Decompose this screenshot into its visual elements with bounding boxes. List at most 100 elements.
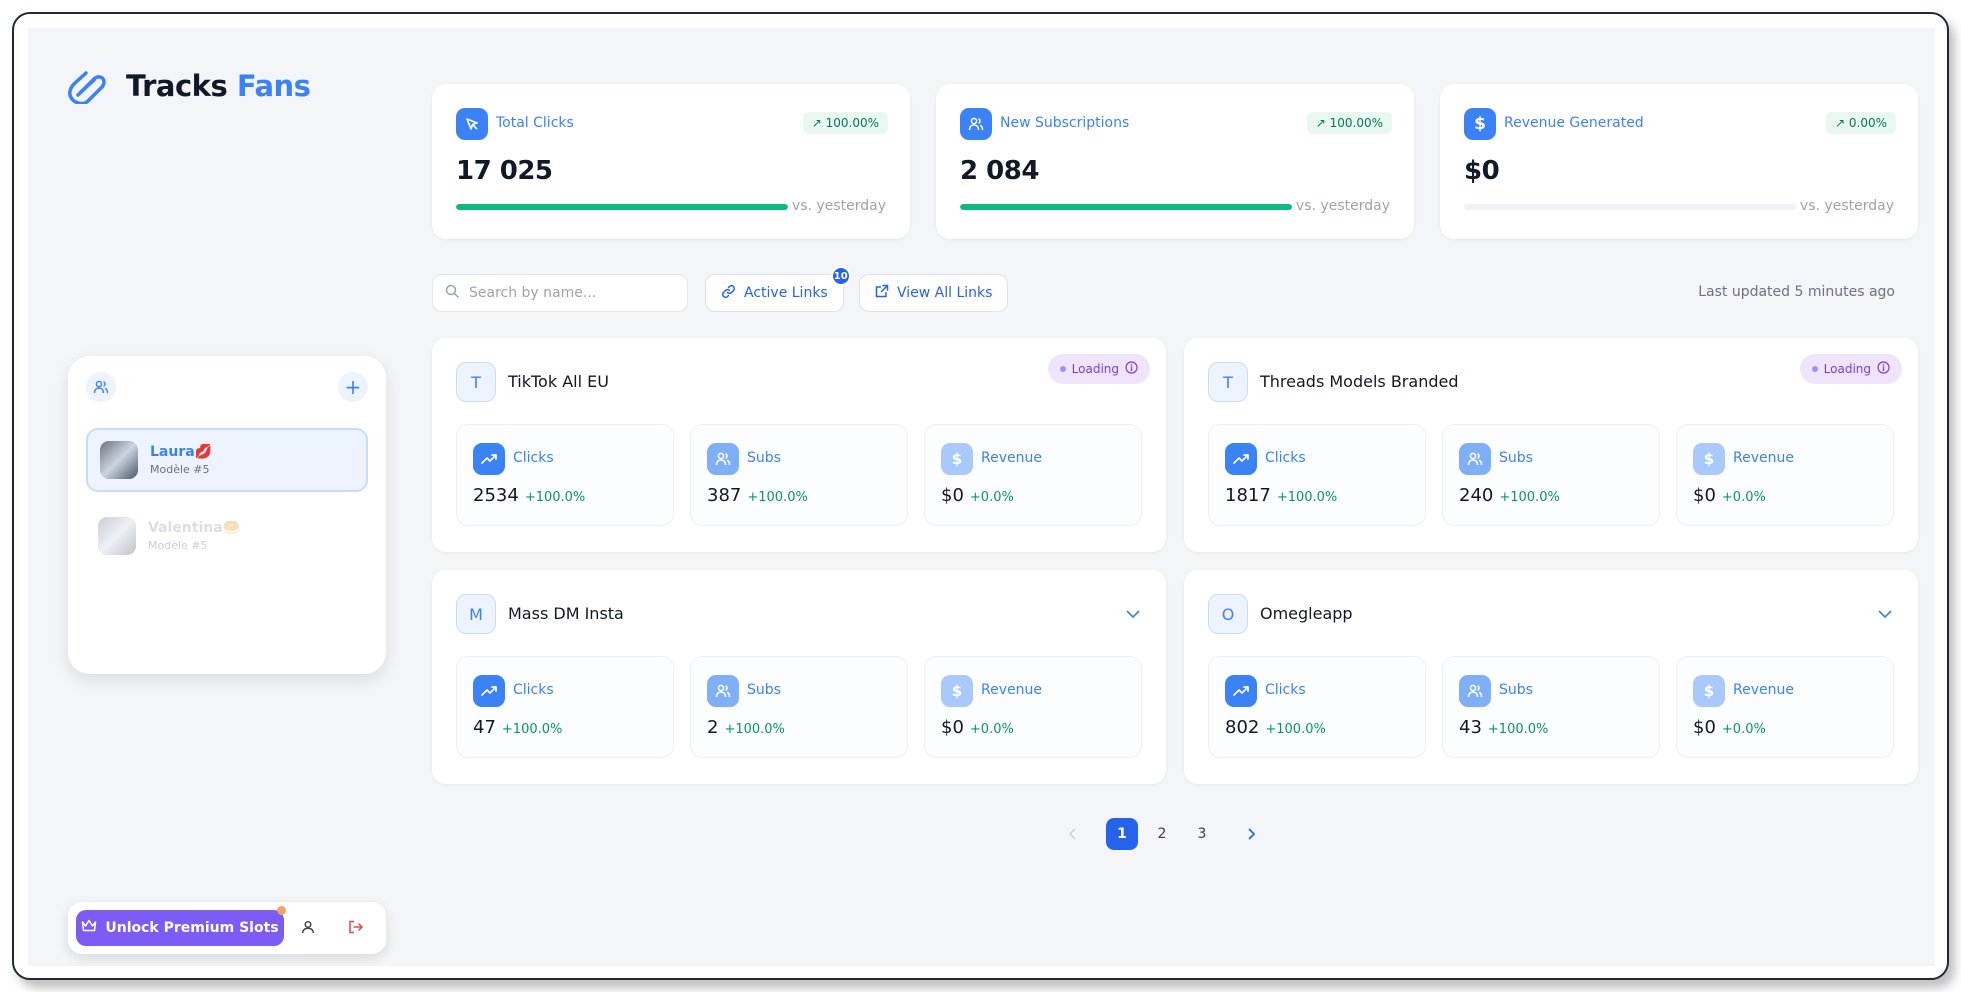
brand-logo[interactable]: Tracks Fans xyxy=(64,68,311,104)
metric-value: 47 xyxy=(473,717,496,738)
metric-value: $0 xyxy=(941,485,964,506)
metric-value-row: 387 +100.0% xyxy=(707,485,808,506)
metric-label: Clicks xyxy=(1265,682,1306,698)
trending-up-icon xyxy=(1225,443,1257,475)
trending-up-icon xyxy=(473,443,505,475)
metric-value: 802 xyxy=(1225,717,1260,738)
cursor-icon xyxy=(456,108,488,140)
link-card-threads-models-branded[interactable]: T Threads Models Branded Loading Clicks … xyxy=(1184,338,1918,552)
metric-value-row: $0 +0.0% xyxy=(1693,717,1766,738)
view-all-links-button[interactable]: View All Links xyxy=(859,274,1009,312)
active-links-button[interactable]: Active Links 10 xyxy=(705,266,851,312)
metric-clicks: Clicks 1817 +100.0% xyxy=(1208,424,1426,526)
notification-dot xyxy=(277,906,286,915)
link-card-tiktok-all-eu[interactable]: T TikTok All EU Loading Clicks 2534 +100.… xyxy=(432,338,1166,552)
metric-change: +100.0% xyxy=(724,722,785,737)
metric-value: $0 xyxy=(1693,717,1716,738)
model-item-valentina[interactable]: Valentina🥯 Modèle #5 xyxy=(86,504,368,568)
model-item-laura[interactable]: Laura💋 Modèle #5 xyxy=(86,428,368,492)
link-card-omegleapp[interactable]: O Omegleapp Clicks 802 +100.0% Subs 43 +10… xyxy=(1184,570,1918,784)
link-initial: T xyxy=(456,362,496,402)
metric-change: +100.0% xyxy=(1487,722,1549,737)
dollar-icon: $ xyxy=(1693,675,1725,707)
metric-label: Revenue xyxy=(1733,682,1794,698)
comparison-label: vs. yesterday xyxy=(1799,198,1894,214)
app-root: Tracks Fans + Laura💋 Modèle #5 Valentina… xyxy=(28,28,1935,966)
brand-name-part1: Tracks xyxy=(126,69,228,103)
search-input[interactable] xyxy=(469,285,669,301)
metric-value-row: 2 +100.0% xyxy=(707,717,785,738)
previous-page-button[interactable] xyxy=(1056,818,1088,850)
link-initial: M xyxy=(456,594,496,634)
page-button-3[interactable]: 3 xyxy=(1186,818,1218,850)
model-name-text: Valentina xyxy=(148,520,223,536)
status-badge[interactable]: Loading xyxy=(1799,354,1902,384)
metric-label: Subs xyxy=(1499,450,1533,466)
chevron-down-icon[interactable] xyxy=(1878,604,1892,623)
window-frame: Tracks Fans + Laura💋 Modèle #5 Valentina… xyxy=(12,12,1949,980)
stat-title: Total Clicks xyxy=(496,115,574,131)
pagination: 1 2 3 xyxy=(28,818,1935,850)
metric-change: +100.0% xyxy=(1265,722,1326,737)
dollar-icon: $ xyxy=(1693,443,1725,475)
stat-title: New Subscriptions xyxy=(1000,115,1130,131)
metric-value: $0 xyxy=(1693,485,1716,506)
progress-fill xyxy=(456,204,788,210)
users-icon xyxy=(707,443,739,475)
metric-value-row: 802 +100.0% xyxy=(1225,717,1326,738)
metric-revenue: $ Revenue $0 +0.0% xyxy=(1676,656,1894,758)
next-page-button[interactable] xyxy=(1236,818,1268,850)
brand-name-part2: Fans xyxy=(236,69,311,103)
crown-icon xyxy=(81,919,97,937)
dollar-icon: $ xyxy=(941,675,973,707)
stat-card-revenue: $ Revenue Generated ↗ 0.00% $0 vs. yeste… xyxy=(1440,84,1918,239)
metric-value-row: 240 +100.0% xyxy=(1459,485,1560,506)
link-name: TikTok All EU xyxy=(508,372,609,391)
comparison-label: vs. yesterday xyxy=(1295,198,1390,214)
metric-subs: Subs 43 +100.0% xyxy=(1442,656,1660,758)
metric-label: Revenue xyxy=(981,450,1042,466)
metric-value-row: $0 +0.0% xyxy=(1693,485,1766,506)
page-button-1[interactable]: 1 xyxy=(1106,818,1138,850)
users-icon xyxy=(960,108,992,140)
status-dot xyxy=(1059,366,1066,372)
trend-badge: ↗ 100.00% xyxy=(1306,112,1392,134)
stat-title: Revenue Generated xyxy=(1504,115,1644,131)
model-name: Valentina🥯 xyxy=(148,520,240,536)
dollar-icon: $ xyxy=(1464,108,1496,140)
trend-badge: ↗ 0.00% xyxy=(1826,112,1896,134)
users-icon xyxy=(1459,443,1491,475)
link-initial: T xyxy=(1208,362,1248,402)
profile-icon[interactable] xyxy=(284,919,332,938)
model-sub: Modèle #5 xyxy=(148,539,208,552)
link-icon xyxy=(721,284,736,303)
trending-up-icon xyxy=(473,675,505,707)
model-emoji: 🥯 xyxy=(222,520,241,536)
metric-revenue: $ Revenue $0 +0.0% xyxy=(1676,424,1894,526)
unlock-premium-button[interactable]: Unlock Premium Slots xyxy=(76,906,286,946)
link-card-mass-dm-insta[interactable]: M Mass DM Insta Clicks 47 +100.0% Subs 2 +… xyxy=(432,570,1166,784)
info-icon xyxy=(1125,361,1138,377)
metric-label: Clicks xyxy=(513,450,554,466)
status-badge[interactable]: Loading xyxy=(1047,354,1150,384)
users-icon[interactable] xyxy=(86,372,116,402)
trending-up-icon xyxy=(1225,675,1257,707)
sidebar-footer: Unlock Premium Slots xyxy=(68,902,386,954)
last-updated: Last updated 5 minutes ago xyxy=(1698,284,1895,300)
chevron-down-icon[interactable] xyxy=(1126,604,1140,623)
progress-bar xyxy=(456,204,788,210)
stat-card-total-clicks: Total Clicks ↗ 100.00% 17 025 vs. yester… xyxy=(432,84,910,239)
trend-badge: ↗ 100.00% xyxy=(802,112,888,134)
users-icon xyxy=(1459,675,1491,707)
metric-subs: Subs 387 +100.0% xyxy=(690,424,908,526)
metric-label: Subs xyxy=(1499,682,1533,698)
metric-value: 240 xyxy=(1459,485,1494,506)
add-model-button[interactable]: + xyxy=(338,372,368,402)
metric-value: 2534 xyxy=(473,485,519,506)
metric-label: Subs xyxy=(747,682,781,698)
comparison-label: vs. yesterday xyxy=(791,198,886,214)
page-button-2[interactable]: 2 xyxy=(1146,818,1178,850)
metric-value-row: 1817 +100.0% xyxy=(1225,485,1337,506)
metric-label: Revenue xyxy=(1733,450,1794,466)
logout-icon[interactable] xyxy=(332,919,380,938)
